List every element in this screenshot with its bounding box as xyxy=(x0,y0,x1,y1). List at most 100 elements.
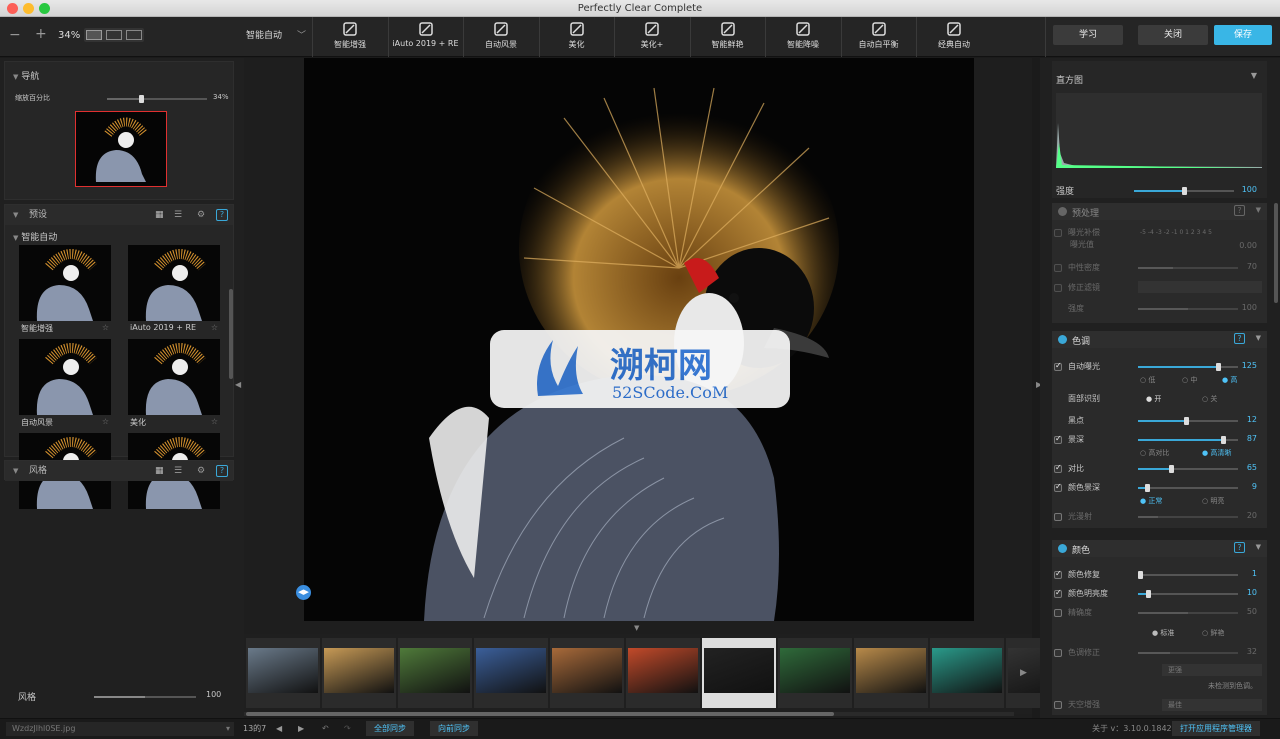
diffuse-checkbox[interactable] xyxy=(1054,513,1062,521)
list-view-icon[interactable]: ☰ xyxy=(174,461,182,481)
tone-toggle[interactable] xyxy=(1058,335,1067,344)
preprocess-header[interactable]: 预处理 ? ▼ xyxy=(1052,203,1267,220)
filmstrip-thumbnail[interactable] xyxy=(550,638,624,708)
chevron-down-icon[interactable]: ▼ xyxy=(1251,71,1257,80)
open-app-manager-button[interactable]: 打开应用程序管理器 xyxy=(1172,721,1260,736)
filmstrip-thumbnail[interactable] xyxy=(702,638,776,708)
right-panel-scrollbar[interactable] xyxy=(1274,203,1278,303)
star-icon[interactable]: ☆ xyxy=(102,417,109,426)
black-point-slider[interactable] xyxy=(1138,417,1238,425)
color-depth-checkbox[interactable] xyxy=(1054,482,1062,492)
tone-header[interactable]: 色调 ? ▼ xyxy=(1052,331,1267,348)
zoom-in-icon[interactable]: + xyxy=(35,26,47,42)
filmstrip-thumbnail[interactable] xyxy=(854,638,928,708)
vibrance-checkbox[interactable] xyxy=(1054,588,1062,598)
zoom-out-icon[interactable]: − xyxy=(9,27,21,43)
preset-card[interactable]: 自动风景 ☆ xyxy=(19,339,111,429)
exposure-checkbox[interactable] xyxy=(1054,229,1062,237)
navigator-thumbnail[interactable] xyxy=(75,111,167,187)
filter-checkbox[interactable] xyxy=(1054,284,1062,292)
face-off-radio[interactable]: ○ 关 xyxy=(1202,394,1217,404)
filmstrip-scrollbar[interactable] xyxy=(244,712,1014,716)
zoom-slider[interactable] xyxy=(107,95,207,103)
precision-checkbox[interactable] xyxy=(1054,609,1062,617)
presets-header[interactable]: ▼ 预设 ▦ ☰ ⚙ ? xyxy=(5,205,233,225)
close-window-icon[interactable] xyxy=(7,3,18,14)
tint-checkbox[interactable] xyxy=(1054,649,1062,657)
filter-strength-slider[interactable] xyxy=(1138,308,1238,310)
preset-card[interactable]: 美化 ☆ xyxy=(128,339,220,429)
star-icon[interactable]: ☆ xyxy=(211,417,218,426)
sky-checkbox[interactable] xyxy=(1054,701,1062,709)
previous-image-icon[interactable]: ◀ xyxy=(276,719,282,739)
exposure-high-radio[interactable]: ● 高 xyxy=(1222,375,1237,385)
minimize-window-icon[interactable] xyxy=(23,3,34,14)
grid-view-icon[interactable]: ▦ xyxy=(155,205,164,225)
grid-view-icon[interactable]: ▦ xyxy=(155,461,164,481)
color-repair-checkbox[interactable] xyxy=(1054,569,1062,579)
preprocess-toggle[interactable] xyxy=(1058,207,1067,216)
vibrance-slider[interactable] xyxy=(1138,590,1238,598)
contrast-checkbox[interactable] xyxy=(1054,463,1062,473)
sync-all-button[interactable]: 全部同步 xyxy=(366,721,414,736)
compare-toggle-icon[interactable]: ◀▶ xyxy=(296,585,311,600)
tint-select[interactable]: 更强 xyxy=(1162,664,1262,676)
face-on-radio[interactable]: ● 开 xyxy=(1146,394,1161,404)
tool-button-7[interactable]: 自动白平衡 xyxy=(844,17,914,57)
list-view-icon[interactable]: ☰ xyxy=(174,205,182,225)
filmstrip-thumbnail[interactable] xyxy=(246,638,320,708)
styles-header[interactable]: ▼ 风格 ▦ ☰ ⚙ ? xyxy=(5,461,233,481)
help-icon[interactable]: ? xyxy=(1234,542,1245,553)
navigator-header[interactable]: ▼ 导航 xyxy=(13,69,39,82)
close-button[interactable]: 关闭 xyxy=(1138,25,1208,45)
tool-button-2[interactable]: 自动风景 xyxy=(466,17,536,57)
preset-group-header[interactable]: ▼ 智能自动 xyxy=(13,230,57,243)
contrast-slider[interactable] xyxy=(1138,465,1238,473)
preset-select[interactable]: 智能自动 ﹀ xyxy=(238,25,310,47)
filmstrip-thumbnail[interactable] xyxy=(626,638,700,708)
neutral-density-checkbox[interactable] xyxy=(1054,264,1062,272)
gear-icon[interactable]: ⚙ xyxy=(197,205,205,225)
color-depth-bright-radio[interactable]: ○ 明亮 xyxy=(1202,496,1224,506)
filter-select[interactable] xyxy=(1138,281,1262,293)
color-depth-normal-radio[interactable]: ● 正常 xyxy=(1140,496,1162,506)
filename-field[interactable]: WzdzJlhl0SE.jpg ▾ xyxy=(6,722,234,736)
depth-contrast-radio[interactable]: ○ 高对比 xyxy=(1140,448,1169,458)
side-by-side-view-icon[interactable] xyxy=(126,30,142,40)
help-icon[interactable]: ? xyxy=(1234,333,1245,344)
color-repair-slider[interactable] xyxy=(1138,571,1238,579)
style-strength-slider[interactable] xyxy=(94,696,196,698)
tool-button-0[interactable]: 智能增强 xyxy=(315,17,385,57)
filmstrip-thumbnail[interactable] xyxy=(398,638,472,708)
depth-checkbox[interactable] xyxy=(1054,434,1062,444)
star-icon[interactable]: ☆ xyxy=(211,323,218,332)
learn-button[interactable]: 学习 xyxy=(1053,25,1123,45)
chevron-down-icon[interactable]: ▼ xyxy=(1256,334,1261,342)
single-view-icon[interactable] xyxy=(86,30,102,40)
color-header[interactable]: 颜色 ? ▼ xyxy=(1052,540,1267,557)
tool-button-5[interactable]: 智能鲜艳 xyxy=(693,17,763,57)
tool-button-6[interactable]: 智能降噪 xyxy=(768,17,838,57)
auto-exposure-checkbox[interactable] xyxy=(1054,361,1062,371)
filmstrip-thumbnail[interactable] xyxy=(322,638,396,708)
precision-standard-radio[interactable]: ● 标准 xyxy=(1152,628,1174,638)
split-view-icon[interactable] xyxy=(106,30,122,40)
strength-slider[interactable] xyxy=(1134,187,1234,195)
help-icon[interactable]: ? xyxy=(1234,205,1245,216)
precision-slider[interactable] xyxy=(1138,612,1238,614)
neutral-density-slider[interactable] xyxy=(1138,267,1238,269)
chevron-down-icon[interactable]: ▼ xyxy=(1256,206,1261,214)
filmstrip-thumbnail[interactable] xyxy=(930,638,1004,708)
color-depth-slider[interactable] xyxy=(1138,484,1238,492)
maximize-window-icon[interactable] xyxy=(39,3,50,14)
sync-forward-button[interactable]: 向前同步 xyxy=(430,721,478,736)
auto-exposure-slider[interactable] xyxy=(1138,363,1238,371)
filmstrip-thumbnail[interactable] xyxy=(474,638,548,708)
tint-slider[interactable] xyxy=(1138,652,1238,654)
diffuse-slider[interactable] xyxy=(1138,516,1238,518)
tool-button-4[interactable]: 美化+ xyxy=(617,17,687,57)
collapse-left-icon[interactable]: ◀ xyxy=(235,380,241,389)
tool-button-1[interactable]: iAuto 2019 + RE xyxy=(391,17,461,57)
preset-card[interactable]: iAuto 2019 + RE ☆ xyxy=(128,245,220,335)
collapse-filmstrip-icon[interactable]: ▼ xyxy=(634,624,639,632)
